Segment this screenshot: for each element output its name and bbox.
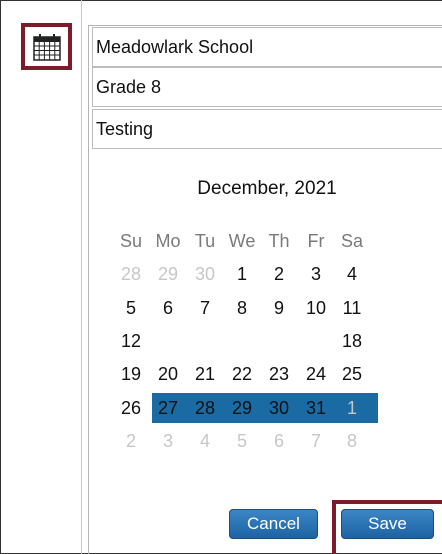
calendar-week-row: 28 29 30 1 2 3 4 [0, 259, 442, 289]
calendar-day[interactable]: 23 [261, 359, 297, 389]
calendar-day-selected[interactable]: 16 [261, 326, 297, 356]
weekday-label: Mo [155, 231, 181, 251]
calendar-week-row: 5 6 7 8 9 10 11 [0, 293, 442, 323]
calendar-day[interactable]: 31 [298, 393, 334, 423]
calendar-day-outside[interactable]: 2 [113, 426, 149, 456]
calendar-day-selected[interactable]: 14 [187, 326, 223, 356]
calendar-day[interactable]: 21 [187, 359, 223, 389]
calendar-week-row: 2345678 [0, 426, 442, 456]
calendar-week-row: 19 20 21 22 23 24 25 [0, 359, 442, 389]
calendar-day-outside[interactable]: 4 [187, 426, 223, 456]
calendar-day[interactable]: 3 [298, 259, 334, 289]
calendar-day[interactable]: 5 [113, 293, 149, 323]
weekday-label: Sa [340, 231, 364, 251]
weekday-label: Th [268, 231, 290, 251]
weekday-label: Su [119, 231, 143, 251]
save-button-highlight [332, 500, 442, 554]
calendar-day-outside[interactable]: 3 [150, 426, 186, 456]
event-type-field[interactable]: Testing [92, 109, 442, 149]
calendar-day[interactable]: 2 [261, 259, 297, 289]
calendar-day-outside[interactable]: 8 [334, 426, 370, 456]
calendar-day[interactable]: 29 [224, 393, 260, 423]
calendar-day[interactable]: 18 [334, 326, 370, 356]
school-field[interactable]: Meadowlark School [92, 27, 442, 67]
calendar-day[interactable]: 10 [298, 293, 334, 323]
calendar-day-outside[interactable]: 30 [187, 259, 223, 289]
calendar-toggle-button[interactable] [21, 23, 72, 70]
calendar-day-selected[interactable]: 15 [224, 326, 260, 356]
calendar-day[interactable]: 12 [113, 326, 149, 356]
calendar-day[interactable]: 27 [150, 393, 186, 423]
calendar-day[interactable]: 22 [224, 359, 260, 389]
calendar-day[interactable]: 19 [113, 359, 149, 389]
calendar-day-outside[interactable]: 1 [334, 393, 370, 423]
calendar-day-outside[interactable]: 28 [113, 259, 149, 289]
calendar-day-outside[interactable]: 29 [150, 259, 186, 289]
cancel-button[interactable]: Cancel [229, 509, 318, 539]
calendar-day[interactable]: 26 [113, 393, 149, 423]
calendar-week-row: 26 27 28 29 30 31 1 [0, 393, 442, 423]
weekday-header-row: Su Mo Tu We Th Fr Sa [0, 226, 442, 256]
calendar-day-outside[interactable]: 6 [261, 426, 297, 456]
weekday-label: We [228, 231, 256, 251]
calendar-day[interactable]: 28 [187, 393, 223, 423]
calendar-icon [32, 33, 61, 61]
calendar-day[interactable]: 6 [150, 293, 186, 323]
weekday-label: Tu [194, 231, 216, 251]
calendar-day[interactable]: 30 [261, 393, 297, 423]
calendar-day[interactable]: 25 [334, 359, 370, 389]
calendar-month-title: December, 2021 [197, 178, 337, 199]
calendar-day[interactable]: 24 [298, 359, 334, 389]
calendar-day-selected[interactable]: 17 [298, 326, 334, 356]
calendar-day[interactable]: 20 [150, 359, 186, 389]
calendar-day-outside[interactable]: 7 [298, 426, 334, 456]
grade-field[interactable]: Grade 8 [92, 67, 442, 107]
calendar-day[interactable]: 9 [261, 293, 297, 323]
calendar-day[interactable]: 8 [224, 293, 260, 323]
calendar-week-row: 12 13 14 15 16 17 18 [0, 326, 442, 356]
calendar-day[interactable]: 11 [334, 293, 370, 323]
calendar-day[interactable]: 7 [187, 293, 223, 323]
calendar-day[interactable]: 1 [224, 259, 260, 289]
calendar-day-selected[interactable]: 13 [150, 326, 186, 356]
weekday-label: Fr [307, 231, 325, 251]
calendar-day-outside[interactable]: 5 [224, 426, 260, 456]
calendar-day[interactable]: 4 [334, 259, 370, 289]
